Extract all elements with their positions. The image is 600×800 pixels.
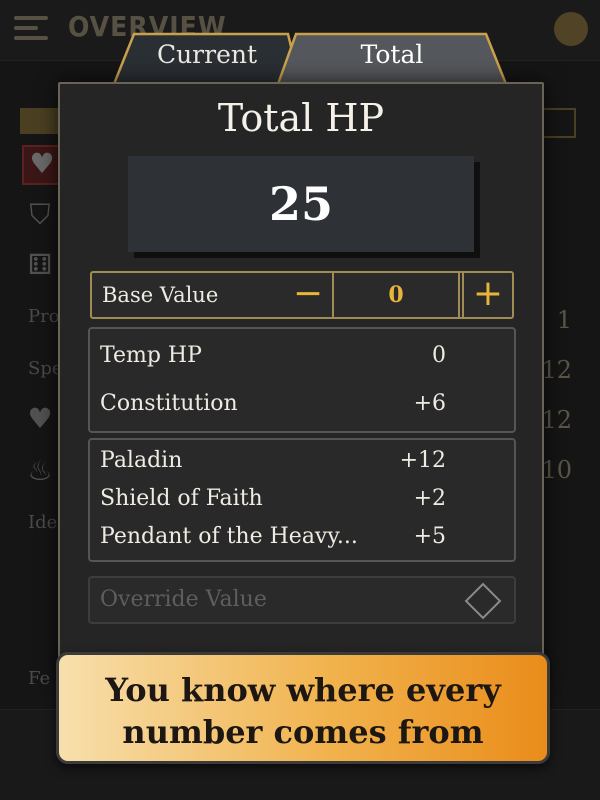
tab-total[interactable]: Total: [276, 32, 508, 84]
modal-title: Total HP: [217, 96, 385, 140]
base-value-label: Base Value: [102, 283, 219, 307]
total-value: 25: [268, 177, 333, 231]
bg-label-ideals: Ide: [28, 512, 58, 533]
list-item: Temp HP 0: [100, 343, 446, 373]
paladin-value: +12: [399, 448, 446, 473]
constitution-label: Constitution: [100, 391, 238, 416]
menu-icon[interactable]: [14, 16, 48, 42]
temp-hp-label: Temp HP: [100, 343, 202, 368]
base-value-row: Base Value − 0 +: [90, 271, 514, 319]
modifiers-group-2: Paladin +12 Shield of Faith +2 Pendant o…: [88, 438, 516, 562]
bg-banner-left: [20, 108, 60, 134]
promo-line-2: number comes from: [122, 713, 484, 751]
bg-number: 12: [541, 356, 572, 384]
promo-banner: You know where every number comes from: [56, 652, 550, 764]
bg-label-features: Fe: [28, 668, 51, 689]
bg-number: 10: [541, 456, 572, 484]
list-item: Paladin +12: [100, 448, 446, 478]
d20-icon[interactable]: [554, 12, 588, 46]
heart-icon: ♥: [22, 145, 62, 185]
list-item: Constitution +6: [100, 391, 446, 421]
total-value-display: 25: [128, 156, 474, 252]
modifiers-group-1: Temp HP 0 Constitution +6: [88, 327, 516, 433]
diamond-toggle-icon[interactable]: [464, 582, 502, 620]
total-hp-modal: Total HP 25 Base Value − 0 + Temp HP 0 C…: [58, 82, 544, 676]
promo-text: You know where every number comes from: [59, 669, 547, 753]
temp-hp-value: 0: [432, 343, 446, 368]
flame-icon: ♨: [27, 454, 53, 487]
promo-line-1: You know where every: [105, 671, 501, 709]
shield-of-faith-label: Shield of Faith: [100, 486, 263, 511]
list-item: Shield of Faith +2: [100, 486, 446, 516]
increment-button[interactable]: +: [462, 273, 512, 317]
override-value-label: Override Value: [100, 587, 267, 612]
tab-current[interactable]: Current: [112, 32, 302, 84]
decrement-button[interactable]: −: [284, 273, 332, 317]
heart-small-icon: ♥: [27, 402, 53, 435]
pendant-value: +5: [413, 524, 446, 549]
pendant-label: Pendant of the Heavy...: [100, 524, 358, 549]
tab-total-label: Total: [360, 40, 424, 69]
bg-label-prof: Pro: [28, 306, 60, 327]
bg-number: 1: [556, 306, 572, 334]
base-value-input[interactable]: 0: [332, 273, 460, 317]
dice-icon: ⚅: [27, 248, 53, 281]
tab-current-label: Current: [156, 40, 258, 69]
shield-icon: ⛉: [29, 198, 51, 231]
shield-of-faith-value: +2: [413, 486, 446, 511]
override-value-field[interactable]: Override Value: [88, 576, 516, 624]
bg-number: 12: [541, 406, 572, 434]
list-item: Pendant of the Heavy... +5: [100, 524, 446, 554]
paladin-label: Paladin: [100, 448, 183, 473]
constitution-value: +6: [413, 391, 446, 416]
